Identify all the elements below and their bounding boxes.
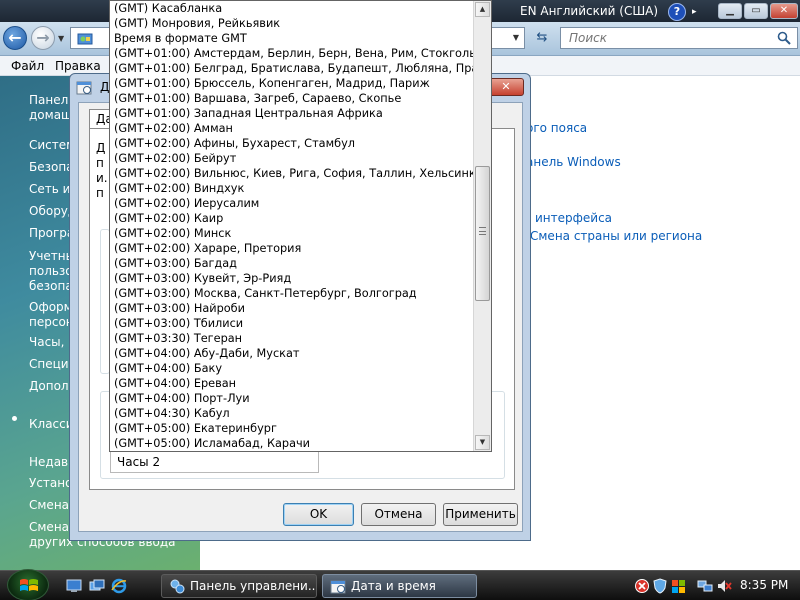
left-pane-link-appearance[interactable]: персон — [29, 315, 74, 329]
scroll-down-arrow-icon[interactable]: ▼ — [475, 435, 490, 450]
time-zone-option[interactable]: (GMT+04:00) Порт-Луи — [110, 391, 474, 406]
time-zone-option[interactable]: (GMT) Монровия, Рейкьявик — [110, 16, 474, 31]
time-zone-option[interactable]: (GMT+05:00) Екатеринбург — [110, 421, 474, 436]
link-change-display-language[interactable]: интерфейса — [535, 211, 612, 225]
time-zone-option[interactable]: (GMT+02:00) Иерусалим — [110, 196, 474, 211]
time-zone-option[interactable]: (GMT+01:00) Амстердам, Берлин, Берн, Вен… — [110, 46, 474, 61]
clock-name-input[interactable] — [117, 455, 307, 469]
ok-button[interactable]: OK — [283, 503, 354, 526]
forward-arrow-icon: → — [36, 28, 50, 47]
time-zone-option[interactable]: (GMT+02:00) Хараре, Претория — [110, 241, 474, 256]
scrollbar-thumb[interactable] — [475, 166, 490, 301]
language-indicator[interactable]: EN Английский (США) — [520, 4, 658, 18]
taskbar-clock[interactable]: 8:35 PM — [740, 578, 788, 592]
time-zone-option[interactable]: (GMT+03:00) Кувейт, Эр-Рияд — [110, 271, 474, 286]
switch-windows-icon[interactable] — [89, 578, 105, 594]
time-zone-option[interactable]: (GMT+01:00) Варшава, Загреб, Сараево, Ск… — [110, 91, 474, 106]
date-time-icon — [76, 81, 92, 95]
control-panel-icon — [170, 579, 185, 594]
dialog-close-button[interactable]: ✕ — [488, 78, 524, 96]
time-zone-option[interactable]: (GMT+02:00) Амман — [110, 121, 474, 136]
back-arrow-icon: ← — [8, 28, 22, 47]
time-zone-option[interactable]: (GMT+02:00) Вильнюс, Киев, Рига, София, … — [110, 166, 474, 181]
start-button[interactable] — [7, 569, 49, 600]
time-zone-option[interactable]: (GMT+04:00) Баку — [110, 361, 474, 376]
taskbar-button-control-panel[interactable]: Панель управлени... — [161, 574, 317, 598]
language-bar-options-icon[interactable]: ▸ — [692, 7, 697, 17]
scroll-up-arrow-icon[interactable]: ▲ — [475, 2, 490, 17]
minimize-button[interactable]: ▁ — [718, 3, 742, 19]
maximize-button[interactable]: ▭ — [744, 3, 768, 19]
menu-file[interactable]: Файл — [11, 59, 44, 73]
scrollbar-grip-icon — [479, 227, 486, 235]
search-icon[interactable] — [777, 31, 791, 45]
left-pane-link-classic-view[interactable]: Класси — [29, 417, 74, 431]
time-zone-option[interactable]: (GMT+03:30) Тегеран — [110, 331, 474, 346]
left-pane-link-appearance[interactable]: Оформ — [29, 300, 73, 314]
time-zone-option[interactable]: (GMT+02:00) Каир — [110, 211, 474, 226]
link-windows-panel[interactable]: анель Windows — [526, 155, 621, 169]
time-zone-dropdown-list[interactable]: (GMT) Касабланка (GMT) Монровия, Рейкьяви… — [109, 0, 492, 452]
taskbar-button-label: Панель управлени... — [190, 579, 317, 593]
left-pane-recent-task[interactable]: Смена — [29, 498, 69, 512]
time-zone-option[interactable]: (GMT+04:00) Ереван — [110, 376, 474, 391]
windows-flag-icon[interactable] — [670, 578, 686, 594]
search-field[interactable] — [560, 27, 798, 49]
control-panel-icon — [77, 33, 93, 45]
time-zone-option[interactable]: (GMT+02:00) Минск — [110, 226, 474, 241]
left-pane-link-security[interactable]: Безопа — [29, 160, 74, 174]
back-button[interactable]: ← — [3, 26, 27, 50]
address-dropdown-icon[interactable]: ▼ — [508, 28, 524, 48]
taskbar-button-label: Дата и время — [351, 579, 436, 593]
time-zone-option[interactable]: (GMT+01:00) Белград, Братислава, Будапеш… — [110, 61, 474, 76]
clock-name-field[interactable] — [110, 451, 319, 473]
apply-button[interactable]: Применить — [443, 503, 518, 526]
time-zone-option[interactable]: (GMT+05:00) Исламабад, Карачи — [110, 436, 474, 451]
time-zone-option[interactable]: (GMT+02:00) Бейрут — [110, 151, 474, 166]
time-zone-option[interactable]: (GMT) Касабланка — [110, 1, 474, 16]
time-zone-option[interactable]: (GMT+04:00) Абу-Даби, Мускат — [110, 346, 474, 361]
windows-defender-icon[interactable] — [652, 578, 668, 594]
time-zone-option[interactable]: (GMT+03:00) Багдад — [110, 256, 474, 271]
recent-pages-chevron-icon[interactable]: ▼ — [58, 34, 66, 43]
left-pane-recent-task[interactable]: Смена — [29, 520, 69, 534]
link-change-country-region[interactable]: Смена страны или региона — [530, 229, 702, 243]
help-icon[interactable]: ? — [668, 3, 686, 21]
time-zone-option[interactable]: Время в формате GMT — [110, 31, 474, 46]
left-pane-recent-task[interactable]: Устано — [29, 476, 72, 490]
time-zone-option[interactable]: (GMT+01:00) Западная Центральная Африка — [110, 106, 474, 121]
time-zone-option[interactable]: (GMT+02:00) Афины, Бухарест, Стамбул — [110, 136, 474, 151]
windows-logo-icon — [20, 579, 38, 591]
language-bar[interactable]: EN Английский (США) ? ▸ — [514, 3, 714, 21]
time-zone-items: (GMT) Касабланка (GMT) Монровия, Рейкьяви… — [110, 1, 474, 451]
time-zone-option[interactable]: (GMT+02:00) Виндхук — [110, 181, 474, 196]
close-button[interactable]: ✕ — [770, 3, 798, 19]
time-zone-option[interactable]: (GMT+03:00) Москва, Санкт-Петербург, Вол… — [110, 286, 474, 301]
left-pane-link-user-accounts[interactable]: пользо — [29, 264, 73, 278]
current-section-bullet — [12, 416, 17, 421]
left-pane-link-control-panel-home[interactable]: домаш — [29, 108, 72, 122]
taskbar: Панель управлени... Дата и время 8:35 PM — [0, 569, 800, 600]
menu-edit[interactable]: Правка — [55, 59, 101, 73]
security-alert-icon[interactable] — [634, 578, 650, 594]
tab-description-text: Д п и. п — [96, 141, 108, 200]
date-time-icon — [330, 580, 346, 594]
link-change-time-zone[interactable]: ого пояса — [526, 121, 587, 135]
forward-button[interactable]: → — [31, 26, 55, 50]
time-zone-option[interactable]: (GMT+01:00) Брюссель, Копенгаген, Мадрид… — [110, 76, 474, 91]
refresh-icon[interactable]: ⇆ — [531, 27, 553, 49]
volume-muted-icon[interactable] — [716, 578, 732, 594]
time-zone-option[interactable]: (GMT+03:00) Тбилиси — [110, 316, 474, 331]
time-zone-option[interactable]: (GMT+03:00) Найроби — [110, 301, 474, 316]
time-zone-scrollbar[interactable]: ▲ ▼ — [473, 1, 491, 451]
internet-explorer-icon[interactable] — [111, 578, 127, 594]
cancel-button[interactable]: Отмена — [361, 503, 436, 526]
search-input[interactable] — [569, 31, 759, 45]
left-pane-link-user-accounts[interactable]: безопа — [29, 279, 73, 293]
network-icon[interactable] — [697, 578, 713, 594]
show-desktop-icon[interactable] — [66, 578, 82, 594]
time-zone-option[interactable]: (GMT+04:30) Кабул — [110, 406, 474, 421]
left-pane-link-programs[interactable]: Програ — [29, 226, 74, 240]
taskbar-button-date-time[interactable]: Дата и время — [322, 574, 477, 598]
